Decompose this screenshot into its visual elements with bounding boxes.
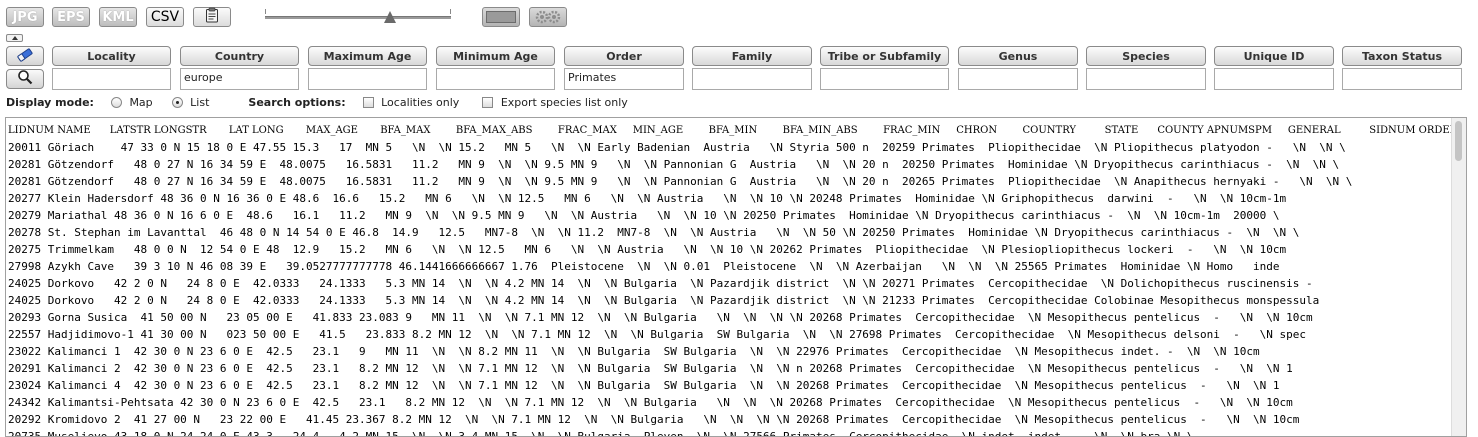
localities-only-label: Localities only	[381, 96, 460, 109]
tribe-subfamily-input[interactable]	[820, 68, 949, 90]
map-mode-radio[interactable]	[110, 97, 122, 108]
result-row: 20277 Klein Hadersdorf 48 36 0 N 16 36 0…	[8, 192, 1287, 205]
genus-input[interactable]	[958, 68, 1078, 90]
locality-input[interactable]	[52, 68, 171, 90]
taxon-status-input[interactable]	[1342, 68, 1462, 90]
result-row: 24342 Kalimantsi-Pehtsata 42 30 0 N 23 6…	[8, 396, 1293, 409]
result-row: 20279 Mariathal 48 36 0 N 16 6 0 E 48.6 …	[8, 209, 1280, 222]
family-input[interactable]	[692, 68, 812, 90]
clipboard-button[interactable]	[193, 7, 231, 27]
kml-export-button[interactable]: KML	[99, 7, 137, 27]
slider-track	[265, 16, 451, 19]
result-row: 20281 Götzendorf 48 0 27 N 16 34 59 E 48…	[8, 175, 1353, 188]
result-row: 27998 Azykh Cave 39 3 10 N 46 08 39 E 39…	[8, 260, 1280, 273]
map-icon	[486, 11, 516, 23]
slider-tick	[450, 9, 451, 14]
slider-tick	[265, 9, 266, 14]
result-row: 20281 Götzendorf 48 0 27 N 16 34 59 E 48…	[8, 158, 1340, 171]
gears-icon	[530, 8, 566, 26]
clipboard-icon	[204, 7, 220, 27]
maximum-age-column-button[interactable]: Maximum Age	[308, 46, 427, 66]
jpg-export-button[interactable]: JPG	[6, 7, 44, 27]
options-bar: Display mode: Map List Search options: L…	[6, 96, 628, 109]
country-input[interactable]: europe	[180, 68, 299, 90]
clear-filters-button[interactable]	[6, 46, 44, 66]
result-row: 24025 Dorkovo 42 2 0 N 24 8 0 E 42.0333 …	[8, 277, 1313, 290]
family-column-button[interactable]: Family	[692, 46, 812, 66]
export-species-checkbox[interactable]	[482, 97, 494, 108]
order-input[interactable]: Primates	[564, 68, 684, 90]
tribe-subfamily-column-button[interactable]: Tribe or Subfamily	[820, 46, 949, 66]
result-row: 20735 Muselievo 43 18 0 N 24 24 0 E 43.3…	[8, 430, 1194, 437]
results-header: LIDNUM NAME LATSTR LONGSTR LAT LONG MAX_…	[8, 125, 1467, 136]
localities-only-checkbox[interactable]	[362, 97, 374, 108]
collapse-toolbar-button[interactable]	[6, 34, 23, 42]
magnifier-icon	[17, 69, 33, 89]
result-row: 23022 Kalimanci 1 42 30 0 N 23 6 0 E 42.…	[8, 345, 1260, 358]
eraser-icon	[16, 47, 34, 66]
results-textarea[interactable]: LIDNUM NAME LATSTR LONGSTR LAT LONG MAX_…	[5, 117, 1467, 437]
results-scrollbar[interactable]	[1451, 118, 1466, 436]
slider-thumb[interactable]	[383, 11, 396, 23]
result-row: 20275 Trimmelkam 48 0 0 N 12 54 0 E 48 1…	[8, 243, 1287, 256]
list-mode-radio[interactable]	[171, 97, 183, 108]
results-text: LIDNUM NAME LATSTR LONGSTR LAT LONG MAX_…	[6, 118, 1467, 437]
result-row: 20293 Gorna Susica 41 50 00 N 23 05 00 E…	[8, 311, 1313, 324]
species-input[interactable]	[1086, 68, 1206, 90]
minimum-age-input[interactable]	[436, 68, 555, 90]
result-row: 24025 Dorkovo 42 2 0 N 24 8 0 E 42.0333 …	[8, 294, 1320, 307]
result-row: 22557 Hadjidimovo-1 41 30 00 N 023 50 00…	[8, 328, 1307, 341]
taxon-status-column-button[interactable]: Taxon Status	[1342, 46, 1462, 66]
csv-export-button[interactable]: CSV	[146, 7, 184, 27]
list-mode-label: List	[190, 96, 210, 109]
order-column-button[interactable]: Order	[564, 46, 684, 66]
result-row: 20011 Göriach 47 33 0 N 15 18 0 E 47.55 …	[8, 141, 1346, 154]
eps-export-button[interactable]: EPS	[52, 7, 90, 27]
result-row: 20278 St. Stephan im Lavanttal 46 48 0 N…	[8, 226, 1300, 239]
maximum-age-input[interactable]	[308, 68, 427, 90]
locality-column-button[interactable]: Locality	[52, 46, 171, 66]
map-button[interactable]	[482, 7, 520, 27]
search-options-label: Search options:	[248, 96, 346, 109]
minimum-age-column-button[interactable]: Minimum Age	[436, 46, 555, 66]
settings-button[interactable]	[529, 7, 567, 27]
result-row: 23024 Kalimanci 4 42 30 0 N 23 6 0 E 42.…	[8, 379, 1280, 392]
species-column-button[interactable]: Species	[1086, 46, 1206, 66]
unique-id-column-button[interactable]: Unique ID	[1214, 46, 1334, 66]
search-button[interactable]	[6, 69, 44, 89]
result-row: 20291 Kalimanci 2 42 30 0 N 23 6 0 E 42.…	[8, 362, 1293, 375]
map-mode-label: Map	[129, 96, 153, 109]
country-column-button[interactable]: Country	[180, 46, 299, 66]
genus-column-button[interactable]: Genus	[958, 46, 1078, 66]
scrollbar-thumb[interactable]	[1455, 121, 1462, 161]
result-row: 20292 Kromidovo 2 41 27 00 N 23 22 00 E …	[8, 413, 1300, 426]
export-species-label: Export species list only	[500, 96, 628, 109]
display-mode-label: Display mode:	[6, 96, 94, 109]
unique-id-input[interactable]	[1214, 68, 1334, 90]
